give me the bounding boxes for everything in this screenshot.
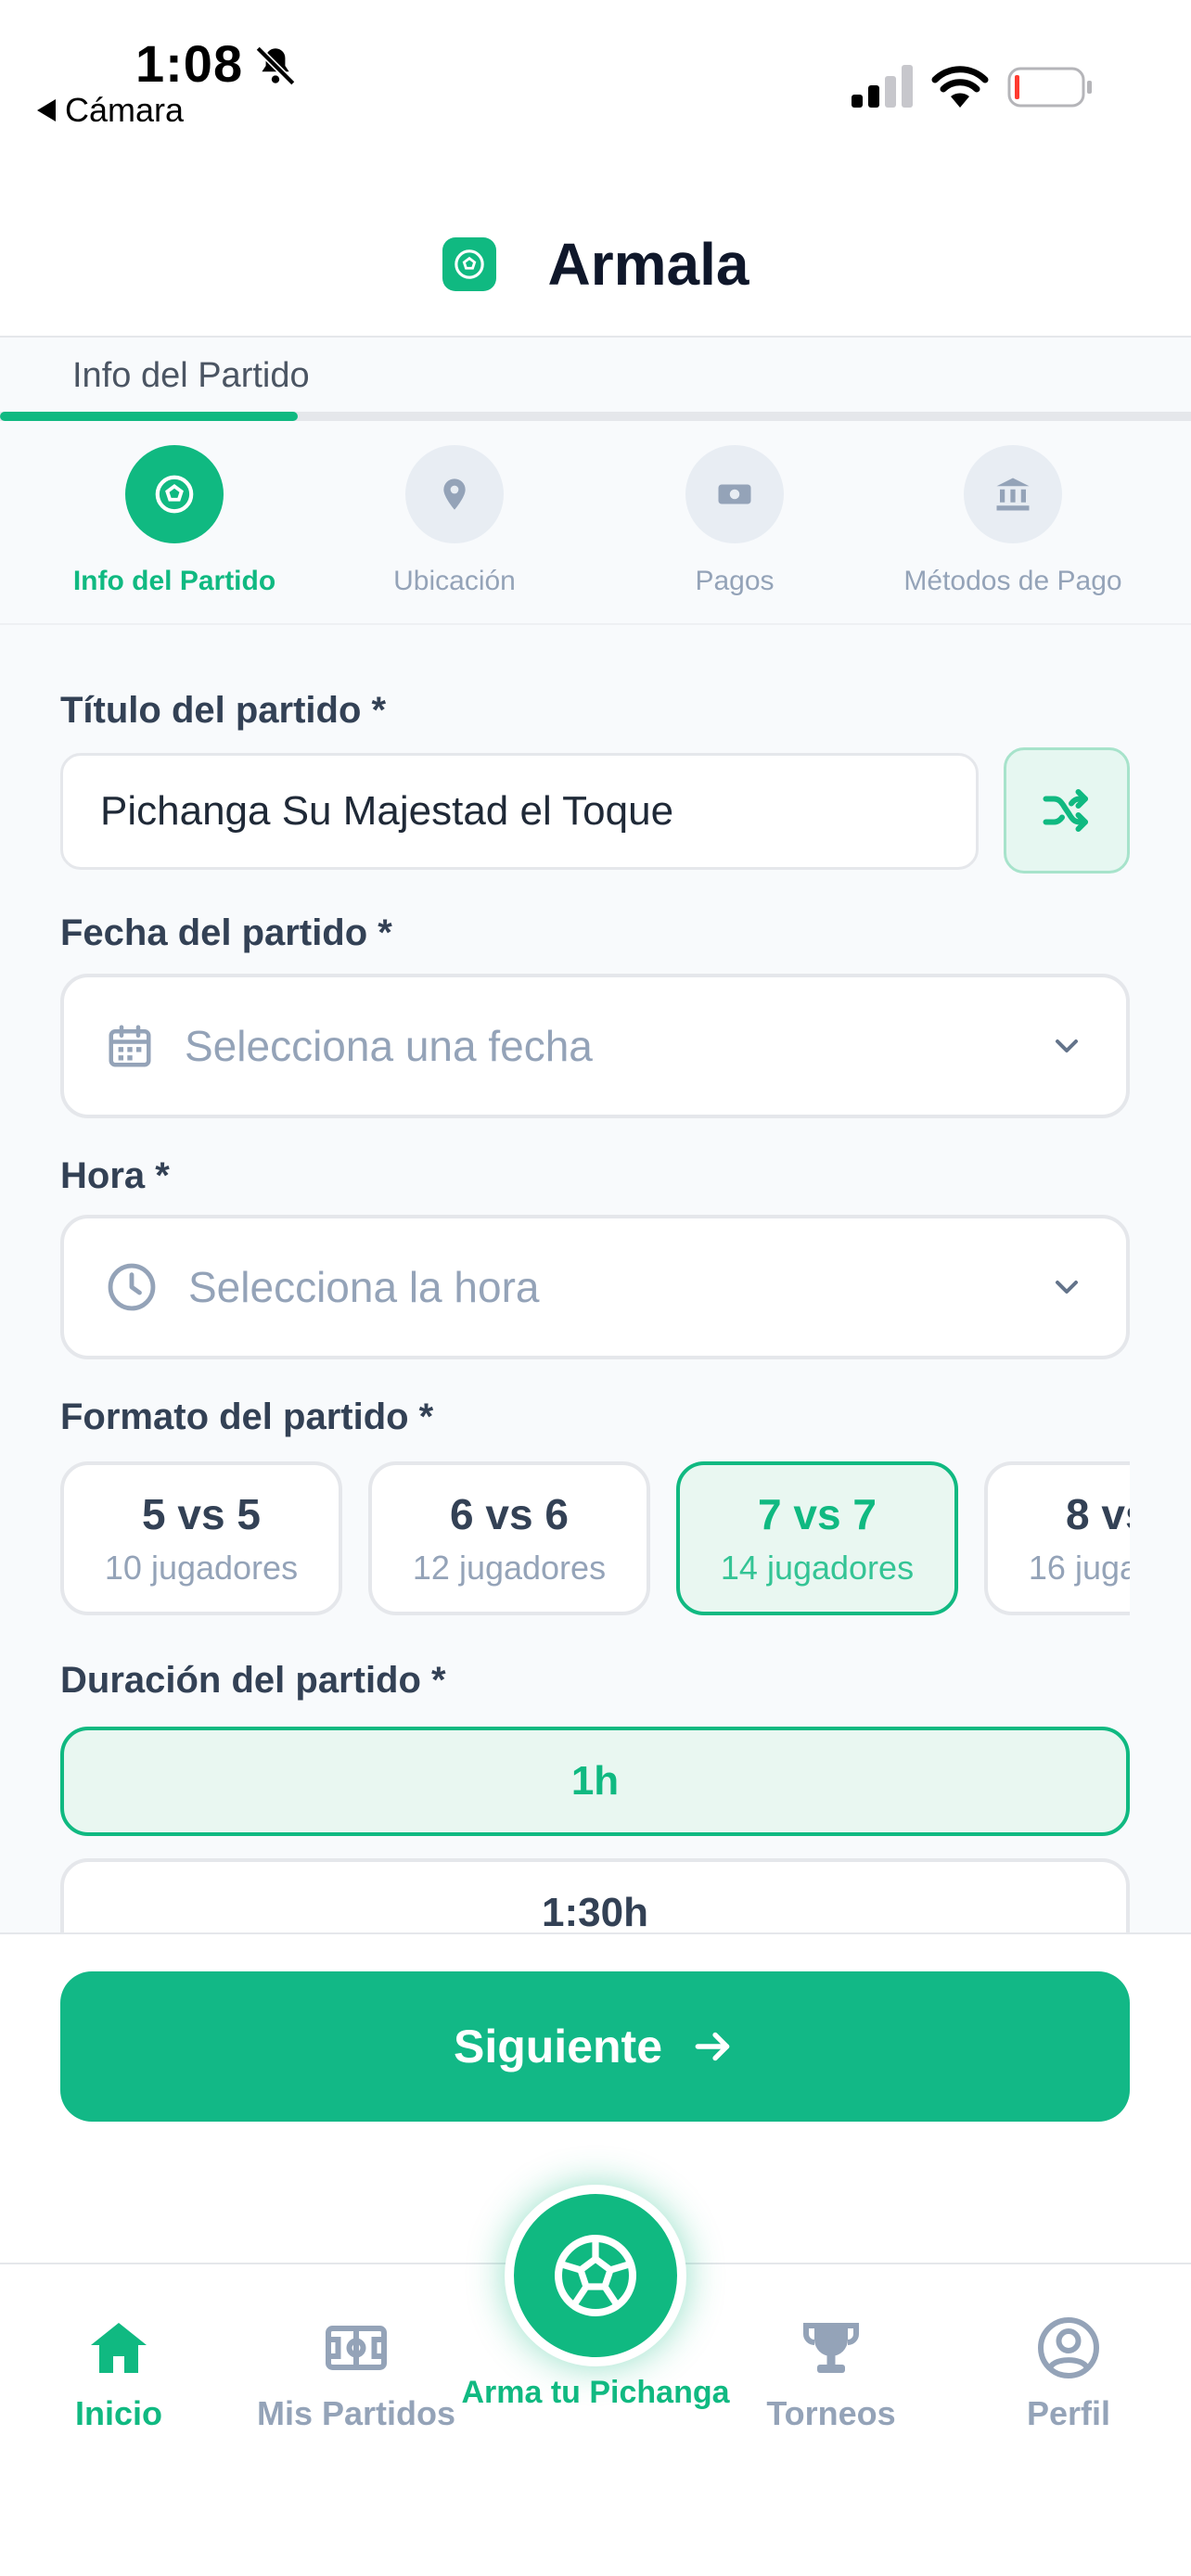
soccer-ball-icon	[555, 2235, 636, 2316]
nav-label: Mis Partidos	[256, 2394, 456, 2432]
nav-perfil[interactable]: Perfil	[950, 2311, 1187, 2433]
map-pin-icon	[443, 478, 466, 510]
soccer-ball-icon	[155, 475, 194, 514]
chevron-down-icon	[1056, 1039, 1078, 1052]
nav-inicio[interactable]: Inicio	[0, 2311, 237, 2433]
create-match-label[interactable]: Arma tu Pichanga	[456, 2374, 735, 2411]
bell-slash-icon	[255, 45, 296, 86]
date-label: Fecha del partido *	[60, 912, 392, 953]
duration-clip: 1:30h	[0, 1858, 1191, 1932]
bank-icon	[996, 478, 1030, 511]
step-circle	[685, 445, 784, 543]
time-select[interactable]: Selecciona la hora	[60, 1215, 1130, 1359]
format-sub: 16 jugadores	[1028, 1549, 1130, 1587]
step-label: Pagos	[695, 566, 775, 596]
format-main: 8 vs 8	[1066, 1490, 1130, 1538]
app-title: Armala	[547, 231, 749, 298]
trophy-icon	[794, 2311, 868, 2385]
format-sub: 12 jugadores	[412, 1549, 607, 1587]
format-option-7vs7[interactable]: 7 vs 7 14 jugadores	[676, 1461, 958, 1615]
calendar-icon	[109, 1025, 151, 1067]
status-time: 1:08	[135, 34, 244, 93]
step-label: Ubicación	[393, 566, 516, 596]
step-info-partido[interactable]: Info del Partido	[35, 445, 314, 597]
time-placeholder: Selecciona la hora	[188, 1263, 540, 1311]
step-circle	[964, 445, 1062, 543]
next-button[interactable]: Siguiente	[60, 1971, 1130, 2122]
format-sub: 10 jugadores	[104, 1549, 299, 1587]
duration-option-1h[interactable]: 1h	[60, 1727, 1130, 1836]
progress-bar	[0, 412, 1191, 421]
step-circle	[405, 445, 504, 543]
status-bar: 1:08 Cámara	[0, 0, 1191, 139]
chevron-down-icon	[1056, 1281, 1078, 1294]
user-circle-icon	[1031, 2311, 1106, 2385]
format-options: 5 vs 5 10 jugadores 6 vs 6 12 jugadores …	[60, 1461, 1130, 1619]
title-input[interactable]: Pichanga Su Majestad el Toque	[60, 753, 979, 870]
back-arrow-icon	[37, 99, 56, 121]
arrow-right-icon	[695, 2032, 730, 2061]
nav-label: Torneos	[766, 2394, 896, 2432]
app-header: Armala	[0, 195, 1191, 334]
random-title-button[interactable]	[1004, 747, 1130, 874]
format-main: 5 vs 5	[142, 1490, 261, 1538]
battery-low-icon	[1007, 67, 1092, 108]
format-option-6vs6[interactable]: 6 vs 6 12 jugadores	[368, 1461, 650, 1615]
date-select[interactable]: Selecciona una fecha	[60, 974, 1130, 1118]
duration-label: Duración del partido *	[60, 1660, 446, 1701]
nav-torneos[interactable]: Torneos	[712, 2311, 950, 2433]
nav-mis-partidos[interactable]: Mis Partidos	[237, 2311, 475, 2433]
format-option-5vs5[interactable]: 5 vs 5 10 jugadores	[60, 1461, 342, 1615]
step-metodos-pago[interactable]: Métodos de Pago	[874, 445, 1152, 597]
nav-label: Perfil	[1026, 2394, 1111, 2432]
cash-icon	[718, 484, 751, 504]
format-option-8vs8[interactable]: 8 vs 8 16 jugadores	[984, 1461, 1130, 1615]
progress-fill	[0, 412, 298, 421]
date-placeholder: Selecciona una fecha	[185, 1022, 593, 1070]
step-ubicacion[interactable]: Ubicación	[315, 445, 594, 597]
step-pagos[interactable]: Pagos	[596, 445, 874, 597]
nav-label: Inicio	[74, 2394, 162, 2432]
create-match-button[interactable]	[505, 2185, 686, 2366]
step-label: Info del Partido	[72, 566, 276, 596]
format-main: 6 vs 6	[450, 1490, 569, 1538]
title-label: Título del partido *	[60, 690, 387, 731]
back-label: Cámara	[65, 91, 185, 129]
shuffle-icon	[1043, 789, 1088, 832]
step-label: Métodos de Pago	[903, 566, 1122, 596]
field-icon	[319, 2311, 393, 2385]
soccer-ball-icon	[454, 249, 484, 279]
duration-option-1-30h[interactable]: 1:30h	[60, 1858, 1130, 1932]
next-label: Siguiente	[453, 2021, 663, 2072]
home-icon	[82, 2311, 156, 2385]
clock-icon	[108, 1263, 156, 1311]
format-label: Formato del partido *	[60, 1396, 434, 1437]
wifi-icon	[931, 66, 989, 108]
format-sub: 14 jugadores	[720, 1549, 915, 1587]
back-to-camera-link[interactable]: Cámara	[37, 91, 184, 130]
step-circle	[125, 445, 224, 543]
cellular-signal-icon	[852, 65, 913, 108]
current-step-label: Info del Partido	[72, 356, 310, 395]
time-label: Hora *	[60, 1155, 170, 1196]
format-main: 7 vs 7	[758, 1490, 877, 1538]
app-logo	[442, 237, 496, 291]
